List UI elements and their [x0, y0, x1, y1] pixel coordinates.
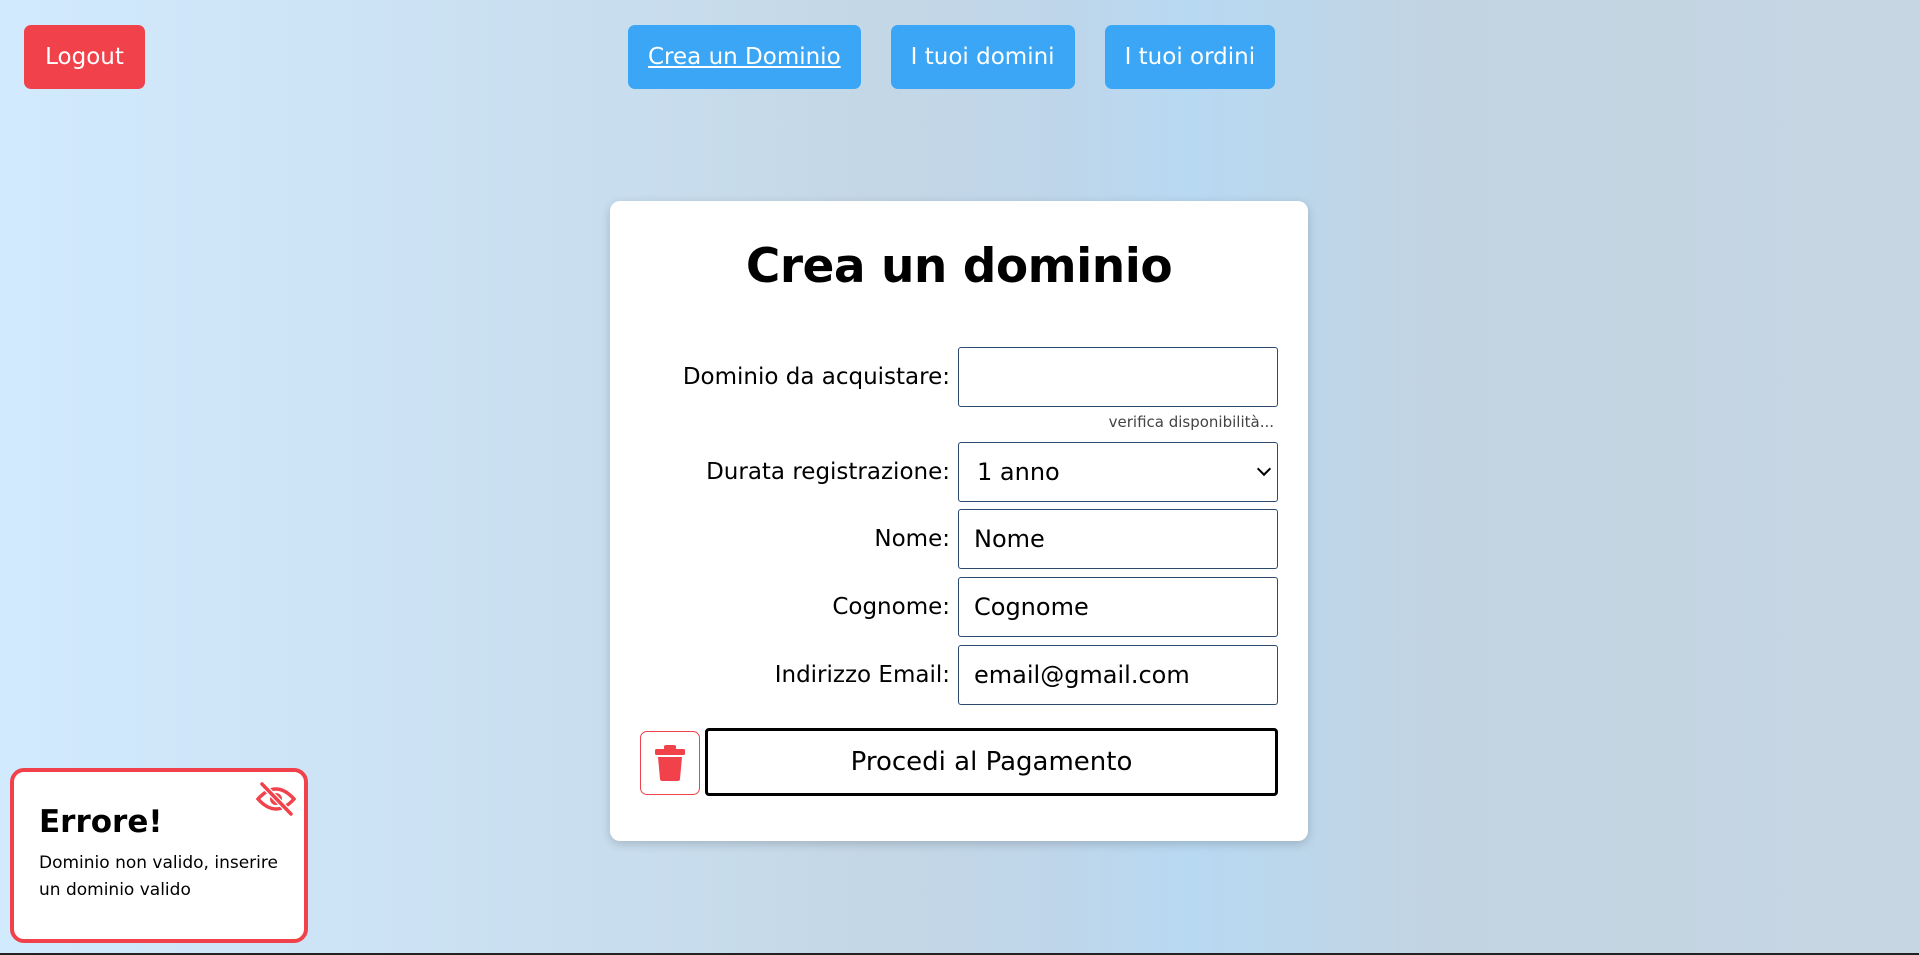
logout-button[interactable]: Logout	[24, 25, 145, 89]
duration-select[interactable]: 1 anno	[958, 442, 1278, 502]
toast-message: Dominio non valido, inserire un dominio …	[39, 853, 278, 900]
first-name-input[interactable]	[958, 509, 1278, 569]
proceed-payment-button[interactable]: Procedi al Pagamento	[705, 728, 1278, 796]
email-input[interactable]	[958, 645, 1278, 705]
toast-title: Errore!	[39, 804, 163, 840]
nav-tuoi-ordini[interactable]: I tuoi ordini	[1104, 25, 1276, 89]
nav-tuoi-domini[interactable]: I tuoi domini	[890, 25, 1075, 89]
hide-toast-button[interactable]	[255, 781, 297, 818]
domain-input[interactable]	[958, 347, 1278, 407]
duration-label: Durata registrazione:	[706, 459, 950, 485]
nav-tuoi-domini-label: I tuoi domini	[910, 44, 1055, 70]
first-name-row: Nome:	[610, 509, 1308, 569]
nav-tuoi-ordini-label: I tuoi ordini	[1124, 44, 1256, 70]
first-name-label: Nome:	[874, 526, 950, 552]
nav-crea-dominio[interactable]: Crea un Dominio	[628, 25, 861, 89]
error-toast: Errore! Dominio non valido, inserire un …	[10, 768, 308, 943]
last-name-row: Cognome:	[610, 577, 1308, 637]
availability-hint: verifica disponibilità...	[1108, 413, 1274, 431]
nav-crea-dominio-label: Crea un Dominio	[648, 44, 841, 70]
create-domain-card: Crea un dominio Dominio da acquistare: v…	[610, 201, 1308, 841]
eye-slash-icon	[255, 781, 297, 817]
email-label: Indirizzo Email:	[774, 662, 950, 688]
main-nav: Crea un Dominio I tuoi domini I tuoi ord…	[628, 25, 1276, 89]
form-title: Crea un dominio	[745, 239, 1173, 294]
domain-label: Dominio da acquistare:	[682, 364, 950, 390]
last-name-label: Cognome:	[832, 594, 950, 620]
last-name-input[interactable]	[958, 577, 1278, 637]
domain-row: Dominio da acquistare:	[610, 347, 1308, 407]
delete-button[interactable]	[640, 731, 700, 795]
email-row: Indirizzo Email:	[610, 645, 1308, 705]
duration-row: Durata registrazione: 1 anno	[610, 442, 1308, 502]
trash-icon	[655, 745, 685, 781]
